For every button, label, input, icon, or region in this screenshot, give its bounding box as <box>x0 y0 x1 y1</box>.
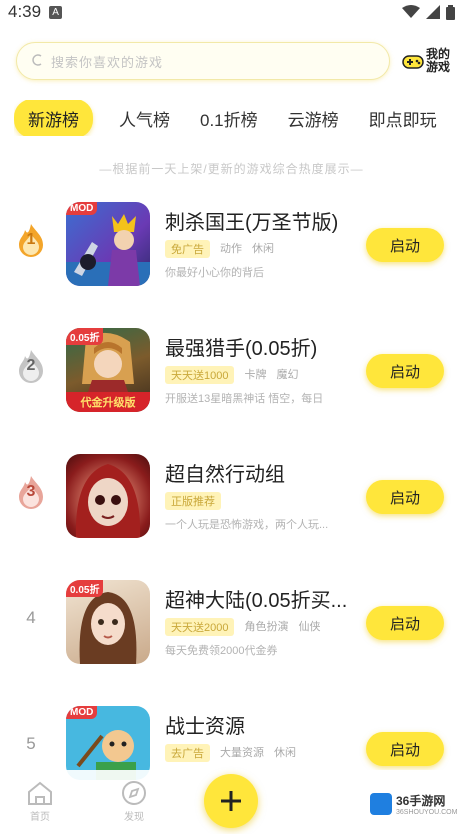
game-icon: MOD <box>66 706 150 780</box>
rank-badge: 1 <box>16 222 46 258</box>
rank-number: 4 <box>26 608 36 627</box>
game-tag: 去广告 <box>165 744 210 762</box>
rank-number: 5 <box>26 734 36 753</box>
game-title: 超神大陆(0.05折买... <box>165 590 348 612</box>
nav-discover-label: 发现 <box>124 812 144 823</box>
game-tag: 角色扮演 <box>244 621 289 633</box>
list-item[interactable]: 4 0.05折 超神大陆(0.05折买... 天天送2000 角色扮演 仙侠 每… <box>0 570 463 670</box>
promo-band: 代金升级版 <box>66 392 150 412</box>
game-tag: 魔幻 <box>276 369 299 381</box>
notification-badge: A <box>49 5 63 19</box>
my-games-button[interactable]: 我的 游戏 <box>402 48 450 74</box>
game-icon: MOD <box>66 202 150 286</box>
game-icon: 0.05折 代金升级版 <box>66 328 150 412</box>
home-icon <box>28 781 52 805</box>
game-description: 一个人玩是恐怖游戏，两个人玩... <box>165 519 329 531</box>
game-tags: 免广告 动作 休闲 <box>165 240 274 258</box>
search-input[interactable]: 搜索你喜欢的游戏 <box>16 42 390 80</box>
search-icon <box>31 53 43 69</box>
add-button[interactable] <box>204 774 258 828</box>
launch-button[interactable]: 启动 <box>366 480 444 514</box>
game-tag: 天天送2000 <box>165 618 235 636</box>
status-time: 4:39 <box>8 2 42 21</box>
my-games-label-line2: 游戏 <box>426 60 451 74</box>
rank-badge: 2 <box>16 348 46 384</box>
rank-badge: 3 <box>16 474 46 510</box>
bottom-nav: 首页 发现 36手游网 36SHOUYOU.COM <box>0 770 463 834</box>
search-row: 搜索你喜欢的游戏 我的 游戏 <box>16 42 456 80</box>
game-tag: 仙侠 <box>298 621 321 633</box>
battery-icon <box>446 4 455 20</box>
ranking-subtitle: —根据前一天上架/更新的游戏综合热度展示— <box>99 162 364 176</box>
watermark: 36手游网 36SHOUYOU.COM <box>370 792 457 816</box>
status-icons <box>402 4 455 20</box>
list-item[interactable]: 3 超自然行动组 正版推荐 一个人玩是恐怖游戏，两个人玩... 启动 <box>0 444 463 544</box>
game-description: 你最好小心你的背后 <box>165 267 264 279</box>
hooded-girl-icon <box>75 464 141 538</box>
discount-badge: 0.05折 <box>66 328 104 345</box>
game-tag: 休闲 <box>252 243 274 255</box>
game-tag: 免广告 <box>165 240 210 258</box>
game-title: 战士资源 <box>165 716 245 738</box>
game-title: 最强猎手(0.05折) <box>165 338 318 360</box>
tab-cloud[interactable]: 云游榜 <box>288 106 339 131</box>
compass-icon <box>122 781 146 805</box>
game-tag: 休闲 <box>274 747 296 759</box>
ranking-tabs: 新游榜 人气榜 0.1折榜 云游榜 即点即玩 <box>14 100 463 136</box>
list-item[interactable]: 1 MOD 刺杀国王(万圣节版) 免广告 动作 休闲 你最好小心你的背后 启动 <box>0 192 463 292</box>
rank-badge: 5 <box>16 726 46 762</box>
watermark-logo-icon <box>370 793 392 815</box>
tab-discount[interactable]: 0.1折榜 <box>200 106 258 131</box>
launch-button[interactable]: 启动 <box>366 228 444 262</box>
tab-new-games[interactable]: 新游榜 <box>14 100 93 136</box>
plus-icon <box>221 791 241 811</box>
mod-badge: MOD <box>66 706 98 719</box>
game-tags: 天天送1000 卡牌 魔幻 <box>165 366 298 384</box>
game-description: 每天免费领2000代金券 <box>165 645 278 657</box>
game-tag: 天天送1000 <box>165 366 235 384</box>
launch-button[interactable]: 启动 <box>366 354 444 388</box>
mod-badge: MOD <box>66 202 98 215</box>
rank-badge: 4 <box>16 600 46 636</box>
game-tags: 去广告 大量资源 休闲 <box>165 744 296 762</box>
game-title: 刺杀国王(万圣节版) <box>165 212 339 234</box>
tab-popular[interactable]: 人气榜 <box>119 106 170 131</box>
discount-badge: 0.05折 <box>66 580 104 597</box>
nav-home[interactable]: 首页 <box>26 780 54 823</box>
list-item[interactable]: 2 0.05折 代金升级版 最强猎手(0.05折) 天天送1000 卡牌 魔幻 … <box>0 318 463 418</box>
game-tags: 天天送2000 角色扮演 仙侠 <box>165 618 320 636</box>
game-tag: 动作 <box>220 243 242 255</box>
game-tag: 正版推荐 <box>165 492 221 510</box>
watermark-text: 36手游网 <box>396 794 446 808</box>
rank-number: 3 <box>26 483 36 500</box>
launch-button[interactable]: 启动 <box>366 606 444 640</box>
rank-number: 2 <box>26 357 36 374</box>
search-placeholder: 搜索你喜欢的游戏 <box>51 54 164 70</box>
game-tag: 大量资源 <box>220 747 264 759</box>
launch-button[interactable]: 启动 <box>366 732 444 766</box>
status-bar: 4:39 A <box>0 0 463 24</box>
signal-icon <box>426 5 440 19</box>
watermark-subtext: 36SHOUYOU.COM <box>396 809 458 816</box>
nav-discover[interactable]: 发现 <box>120 780 148 823</box>
game-icon <box>66 454 150 538</box>
gamepad-icon <box>402 55 424 69</box>
game-tags: 正版推荐 <box>165 492 221 510</box>
tab-instant-play[interactable]: 即点即玩 <box>369 106 437 131</box>
game-description: 开服送13星暗黑神话 悟空，每日 <box>165 393 324 405</box>
my-games-label: 我的 游戏 <box>426 48 450 74</box>
wifi-icon <box>402 5 420 18</box>
game-title: 超自然行动组 <box>165 464 285 486</box>
nav-home-label: 首页 <box>30 812 50 823</box>
game-icon: 0.05折 <box>66 580 150 664</box>
rank-number: 1 <box>26 231 36 248</box>
game-tag: 卡牌 <box>244 369 267 381</box>
